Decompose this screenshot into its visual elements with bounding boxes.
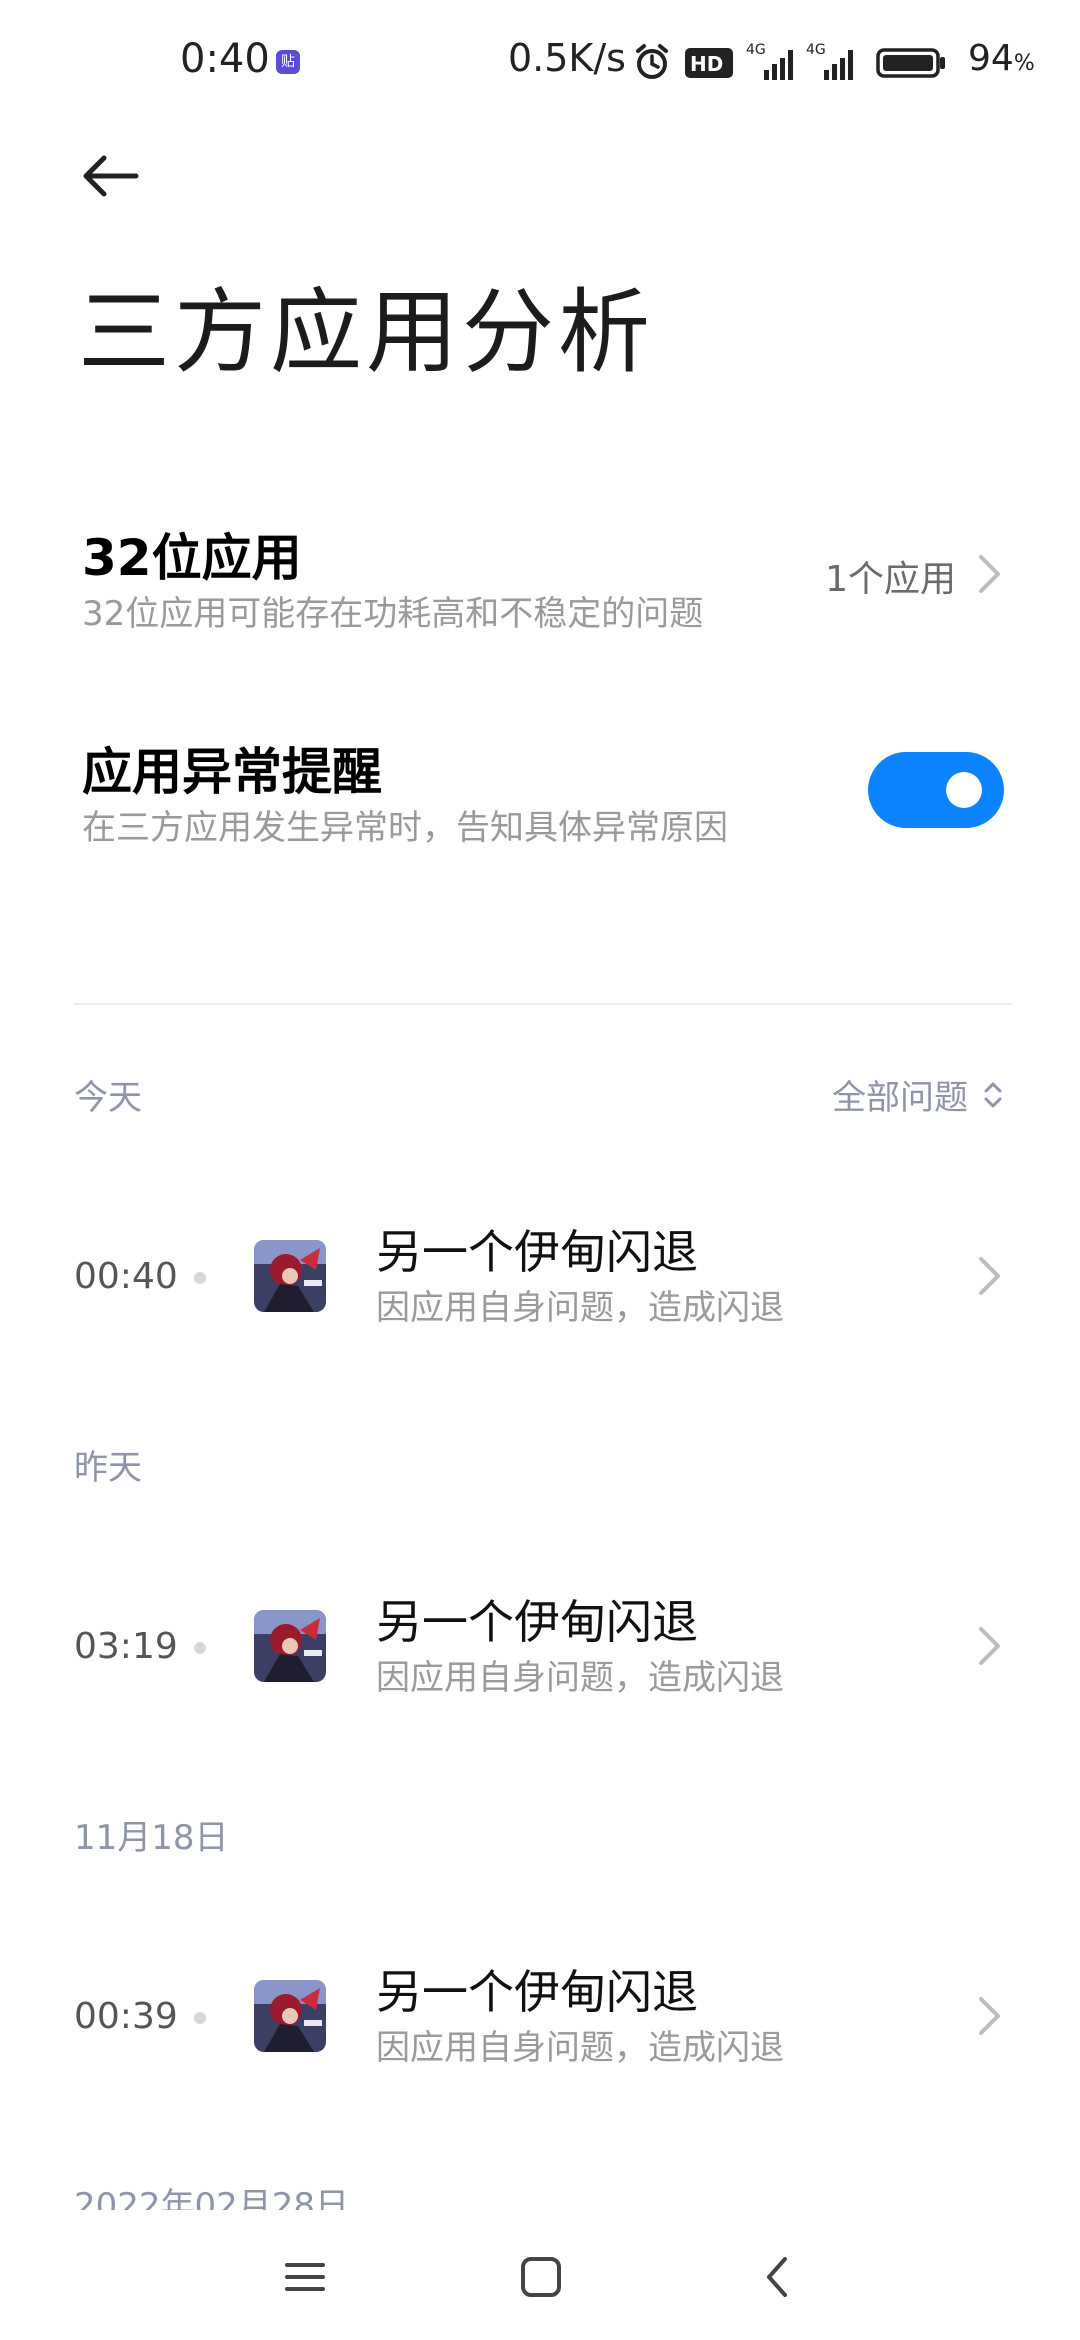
home-button[interactable] [506,2242,576,2312]
section-date-today: 今天 [74,1078,142,1118]
timeline-dot [194,2012,206,2024]
filter-label: 全部问题 [832,1078,968,1118]
status-icons: HD 4G 4G [632,40,948,84]
home-icon [521,2257,561,2297]
chevron-right-icon [979,1997,1000,2035]
chevron-right-icon [979,1627,1000,1665]
back-nav-button[interactable] [742,2242,812,2312]
app-icon [254,1980,326,2052]
log-title: 另一个伊甸闪退 [376,1965,698,2019]
toggle-knob [946,772,982,808]
timeline-dot [194,1642,206,1654]
battery-icon [876,48,945,78]
back-button[interactable] [72,138,148,214]
abnormal-reminder-description: 在三方应用发生异常时，告知具体异常原因 [82,808,728,848]
app-icon [254,1240,326,1312]
log-description: 因应用自身问题，造成闪退 [376,1658,784,1698]
page-title: 三方应用分析 [78,279,655,386]
battery-percent-value: 94 [968,38,1014,79]
apps-32bit-row[interactable]: 32位应用 32位应用可能存在功耗高和不稳定的问题 1个应用 [0,500,1080,660]
signal-4g-icon: 4G [746,42,793,80]
apps-32bit-description: 32位应用可能存在功耗高和不稳定的问题 [82,594,704,634]
chevron-right-icon [979,555,1000,593]
alarm-icon [636,44,668,79]
filter-dropdown[interactable]: 全部问题 [832,1070,1004,1119]
apps-32bit-count: 1个应用 [825,559,956,600]
log-description: 因应用自身问题，造成闪退 [376,1288,784,1328]
hd-label: HD [690,52,723,76]
network-label-1: 4G [746,42,766,58]
tie-notification-icon: 贴 [276,50,300,74]
log-time: 00:39 [74,1996,178,2037]
menu-button[interactable] [270,2242,340,2312]
menu-icon [285,2263,325,2291]
abnormal-reminder-title: 应用异常提醒 [82,743,382,801]
app-icon [254,1610,326,1682]
hd-icon: HD [685,48,733,78]
log-item[interactable]: 03:19 另一个伊甸闪退 因应用自身问题，造成闪退 [0,1582,1080,1712]
log-time: 00:40 [74,1256,178,1297]
log-time: 03:19 [74,1626,178,1667]
back-arrow-icon [83,155,139,197]
status-bar: 0:40 贴 0.5K/s HD 4G 4G 94% [0,0,1080,120]
back-icon [767,2257,787,2297]
chevron-up-down-icon [984,1082,1002,1107]
apps-32bit-title: 32位应用 [82,529,302,587]
log-title: 另一个伊甸闪退 [376,1225,698,1279]
section-date-yesterday: 昨天 [74,1448,142,1488]
abnormal-reminder-toggle[interactable] [868,752,1004,828]
signal-4g-icon: 4G [806,42,853,80]
section-date-nov18: 11月18日 [74,1818,229,1858]
log-description: 因应用自身问题，造成闪退 [376,2028,784,2068]
divider [74,1003,1012,1005]
log-item[interactable]: 00:40 另一个伊甸闪退 因应用自身问题，造成闪退 [0,1212,1080,1342]
navigation-bar [0,2210,1080,2340]
chevron-right-icon [979,1257,1000,1295]
battery-percent: 94% [968,38,1035,79]
log-item[interactable]: 00:39 另一个伊甸闪退 因应用自身问题，造成闪退 [0,1952,1080,2082]
network-speed: 0.5K/s [508,36,626,80]
network-label-2: 4G [806,42,826,58]
status-time: 0:40 [180,36,270,82]
timeline-dot [194,1272,206,1284]
battery-percent-unit: % [1013,51,1035,76]
log-title: 另一个伊甸闪退 [376,1595,698,1649]
